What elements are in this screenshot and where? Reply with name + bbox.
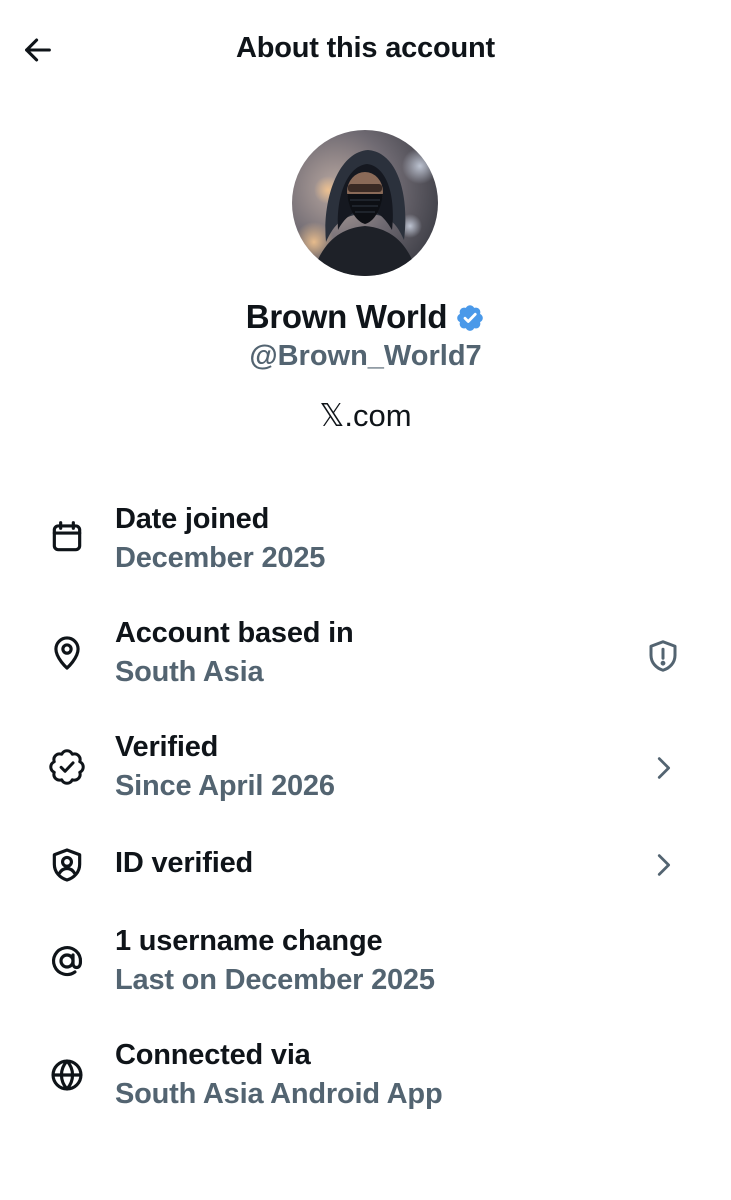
calendar-icon xyxy=(44,514,90,560)
chevron-right-icon[interactable] xyxy=(643,748,683,788)
detail-label: Date joined xyxy=(115,503,270,535)
detail-label: Verified xyxy=(115,731,219,763)
at-sign-icon xyxy=(44,938,90,984)
verified-badge-outline-icon xyxy=(44,744,90,790)
chevron-right-icon[interactable] xyxy=(643,845,683,885)
detail-value: Last on December 2025 xyxy=(115,964,435,996)
globe-icon xyxy=(44,1052,90,1098)
detail-value: South Asia xyxy=(115,656,264,688)
page-title: About this account xyxy=(235,32,495,64)
detail-label: 1 username change xyxy=(115,925,383,957)
display-name-row: Brown World xyxy=(0,298,731,336)
site-suffix: .com xyxy=(344,398,412,433)
id-shield-icon xyxy=(44,842,90,888)
verified-badge-icon[interactable] xyxy=(455,303,485,333)
detail-row-account-based-in: Account based in South Asia xyxy=(0,614,731,714)
detail-value: December 2025 xyxy=(115,542,326,574)
detail-row-verified[interactable]: Verified Since April 2026 xyxy=(0,728,731,828)
site-label: 𝕏.com xyxy=(0,398,731,434)
detail-value: South Asia Android App xyxy=(115,1078,443,1110)
detail-row-username-change: 1 username change Last on December 2025 xyxy=(0,922,731,1022)
header: About this account xyxy=(0,0,731,100)
detail-row-connected-via: Connected via South Asia Android App xyxy=(0,1036,731,1136)
display-name: Brown World xyxy=(245,298,448,335)
detail-label: Account based in xyxy=(115,617,354,649)
handle: @Brown_World7 xyxy=(249,340,482,372)
shield-alert-icon xyxy=(649,640,677,672)
shield-alert-button[interactable] xyxy=(643,636,683,676)
avatar[interactable] xyxy=(292,130,438,276)
x-logo-icon: 𝕏 xyxy=(319,398,345,433)
detail-row-date-joined: Date joined December 2025 xyxy=(0,500,731,600)
detail-value: Since April 2026 xyxy=(115,770,335,802)
detail-label: ID verified xyxy=(115,847,254,879)
location-pin-icon xyxy=(44,630,90,676)
detail-label: Connected via xyxy=(115,1039,311,1071)
